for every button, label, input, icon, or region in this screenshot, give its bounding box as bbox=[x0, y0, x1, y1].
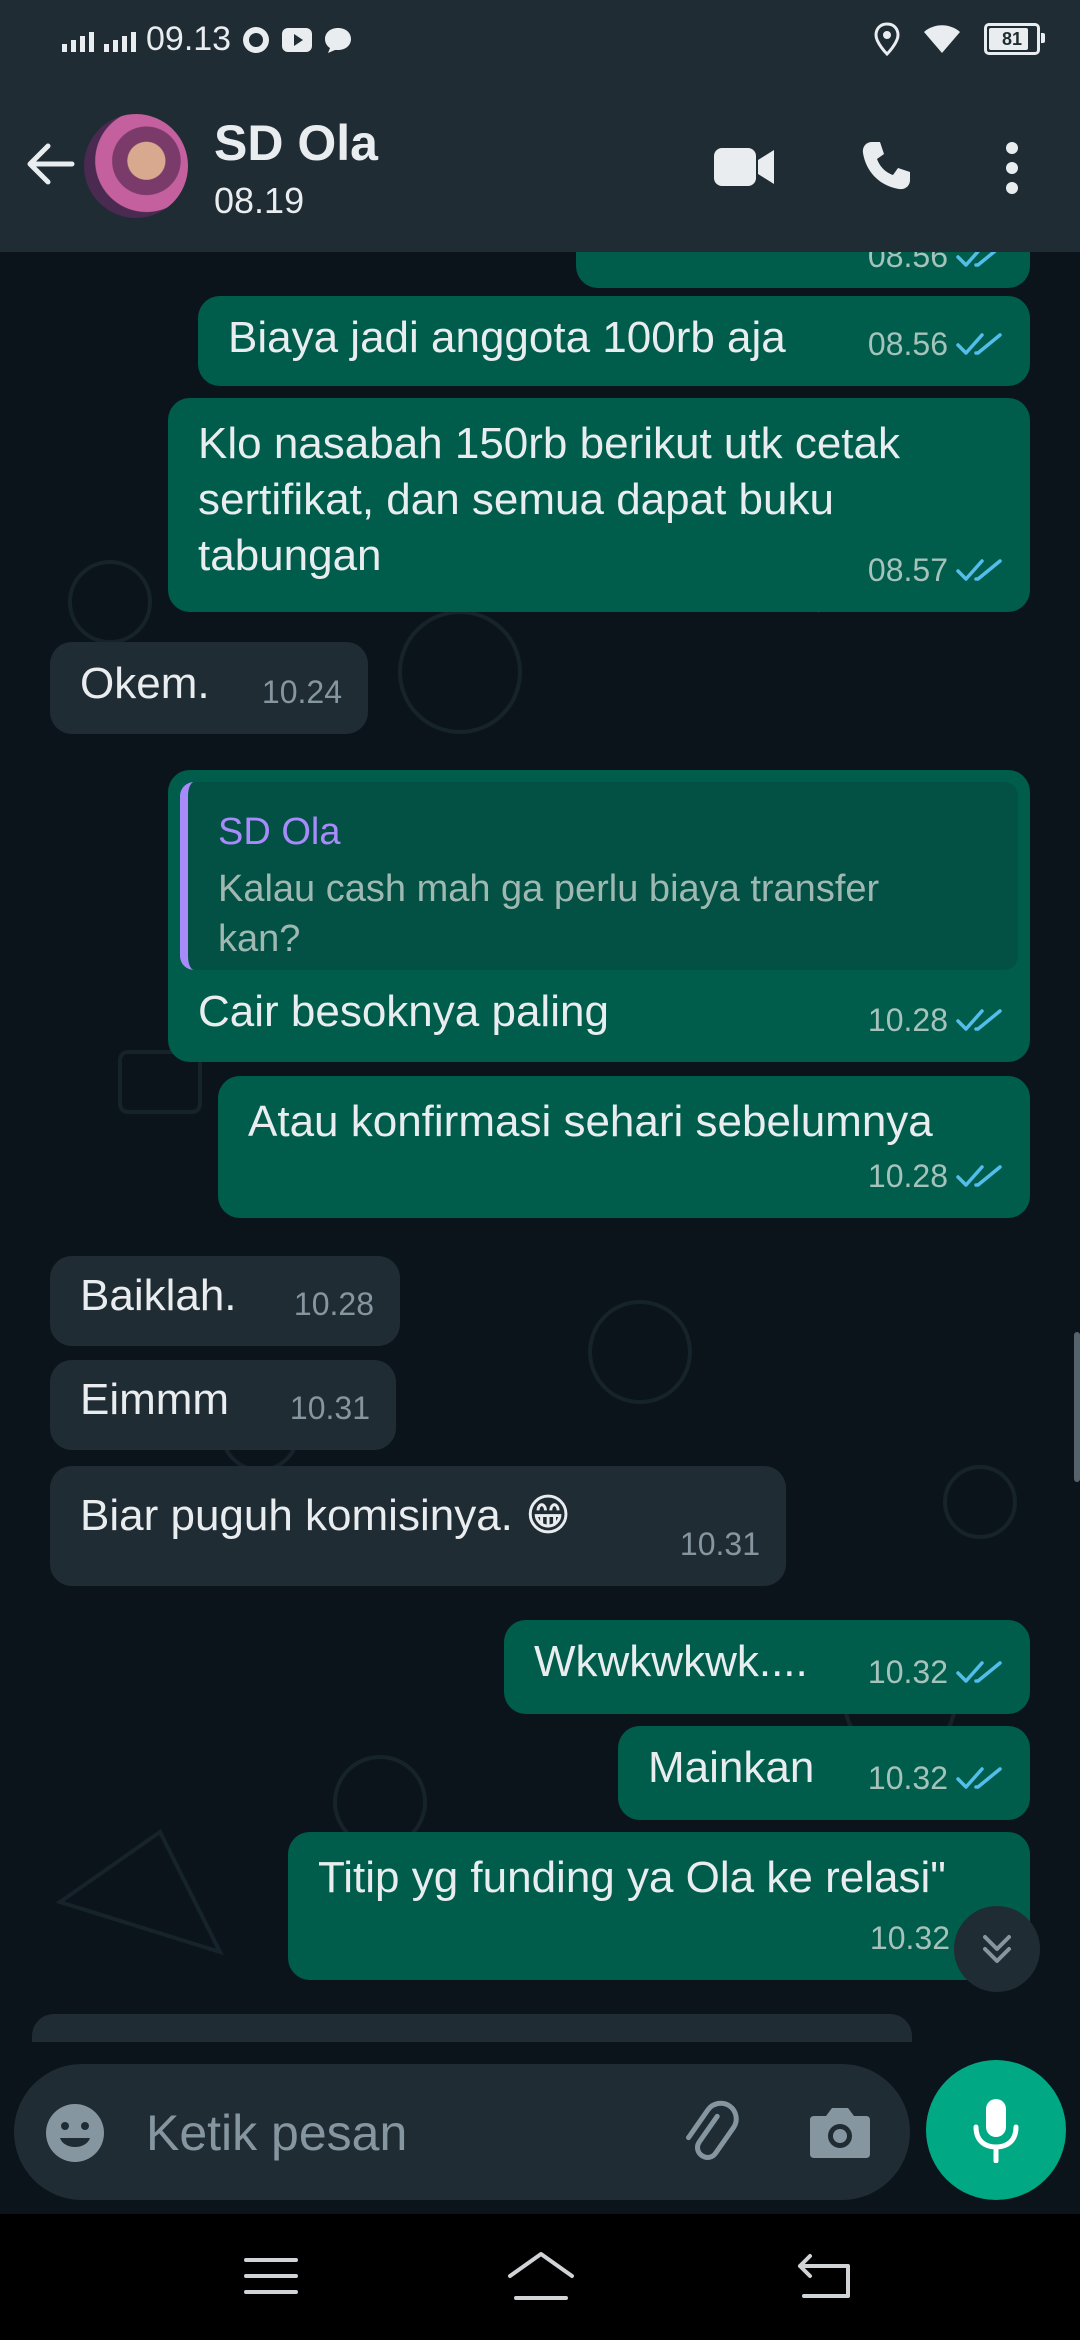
message-bubble-outgoing[interactable]: Atau konfirmasi sehari sebelumnya 10.28 bbox=[218, 1076, 1030, 1218]
message-bubble-incoming[interactable]: Siap.. Ini lg edit brosur sma no gw bbox=[32, 2014, 912, 2042]
message-bubble-incoming[interactable]: Biar puguh komisinya. 😁 10.31 bbox=[50, 1466, 786, 1586]
notification-app-icon bbox=[243, 26, 270, 53]
read-receipt-icon bbox=[956, 252, 997, 267]
message-time: 08.56 bbox=[867, 252, 948, 274]
message-input-bar[interactable]: Ketik pesan bbox=[14, 2064, 910, 2200]
back-nav-icon[interactable] bbox=[796, 2252, 852, 2300]
status-bar: 09.13 81 bbox=[0, 0, 1080, 84]
video-call-icon[interactable] bbox=[712, 144, 776, 190]
youtube-icon bbox=[282, 27, 313, 52]
read-receipt-icon bbox=[956, 559, 1002, 581]
message-time: 10.32 bbox=[867, 1760, 948, 1796]
message-text: Titip yg funding ya Ola ke relasi" bbox=[318, 1853, 946, 1902]
location-icon bbox=[874, 22, 900, 56]
message-meta: 10.32 bbox=[868, 1750, 1004, 1806]
message-text: Wkwkwkwk.... bbox=[534, 1637, 808, 1686]
quoted-author: SD Ola bbox=[218, 811, 341, 853]
read-receipt-icon bbox=[956, 333, 1002, 355]
read-receipt-icon bbox=[956, 1767, 1002, 1789]
message-bubble-incoming[interactable]: Baiklah. 10.28 bbox=[50, 1256, 400, 1346]
contact-name[interactable]: SD Ola bbox=[214, 114, 378, 172]
message-bubble-outgoing[interactable]: Titip yg funding ya Ola ke relasi" 10.32 bbox=[288, 1832, 1030, 1980]
message-meta: 10.32 bbox=[868, 1644, 1004, 1700]
message-bubble-outgoing[interactable]: Wkwkwkwk.... 10.32 bbox=[504, 1620, 1030, 1714]
status-time: 09.13 bbox=[146, 20, 232, 58]
last-seen: 08.19 bbox=[214, 180, 305, 221]
read-receipt-icon bbox=[956, 1165, 1002, 1187]
message-time: 10.31 bbox=[289, 1390, 370, 1426]
message-text: Klo nasabah 150rb berikut utk cetak sert… bbox=[198, 419, 901, 580]
message-meta: 10.24 bbox=[262, 664, 342, 720]
avatar[interactable] bbox=[84, 114, 188, 218]
camera-icon[interactable] bbox=[808, 2104, 872, 2160]
read-receipt-icon bbox=[956, 1009, 1002, 1031]
attach-icon[interactable] bbox=[676, 2100, 742, 2166]
message-bubble-outgoing[interactable]: Klo nasabah 150rb berikut utk cetak sert… bbox=[168, 398, 1030, 612]
signal-icon bbox=[62, 28, 94, 52]
message-text: Siap.. Ini lg edit brosur sma no gw bbox=[62, 2032, 725, 2042]
status-left: 09.13 bbox=[62, 20, 353, 59]
message-time: 10.28 bbox=[293, 1286, 374, 1322]
message-meta: 08.56 bbox=[868, 252, 1004, 284]
message-bubble-outgoing-reply[interactable]: SD Ola Kalau cash mah ga perlu biaya tra… bbox=[168, 770, 1030, 1062]
scrollbar[interactable] bbox=[1074, 1332, 1080, 1482]
message-meta: 08.57 bbox=[868, 542, 1004, 598]
message-time: 10.32 bbox=[869, 1920, 950, 1956]
mic-icon bbox=[973, 2099, 1019, 2163]
battery-icon: 81 bbox=[984, 23, 1045, 55]
message-bubble-outgoing[interactable]: 08.56 bbox=[576, 252, 1030, 288]
message-text: Cair besoknya paling bbox=[198, 987, 609, 1036]
message-text: Baiklah. bbox=[80, 1271, 237, 1320]
scroll-down-icon bbox=[983, 1935, 1011, 1963]
message-text: Atau konfirmasi sehari sebelumnya bbox=[248, 1097, 933, 1146]
message-meta: 10.28 bbox=[294, 1276, 374, 1332]
emoji-icon[interactable] bbox=[44, 2102, 106, 2164]
message-time: 08.57 bbox=[867, 552, 948, 588]
phone-icon[interactable] bbox=[858, 138, 914, 194]
message-bubble-outgoing[interactable]: Mainkan 10.32 bbox=[618, 1726, 1030, 1820]
message-bubble-outgoing[interactable]: Biaya jadi anggota 100rb aja 08.56 bbox=[198, 296, 1030, 386]
message-text: Biar puguh komisinya. 😁 bbox=[80, 1491, 571, 1540]
message-meta: 10.31 bbox=[290, 1380, 370, 1436]
menu-icon[interactable] bbox=[244, 2256, 298, 2296]
more-vert-icon[interactable] bbox=[1000, 140, 1024, 196]
message-meta: 10.28 bbox=[868, 1148, 1004, 1204]
message-bubble-incoming[interactable]: Eimmm 10.31 bbox=[50, 1360, 396, 1450]
message-meta: 10.28 bbox=[868, 992, 1004, 1048]
message-meta: 08.56 bbox=[868, 316, 1004, 372]
battery-level: 81 bbox=[1001, 28, 1023, 49]
message-text: Okem. bbox=[80, 659, 210, 708]
status-right: 81 bbox=[874, 22, 1045, 56]
wifi-icon bbox=[924, 25, 960, 53]
message-text: Mainkan bbox=[648, 1743, 815, 1792]
scroll-down-button[interactable] bbox=[954, 1906, 1040, 1992]
back-arrow-icon[interactable] bbox=[20, 134, 80, 194]
voice-message-button[interactable] bbox=[926, 2060, 1066, 2200]
message-text: Eimmm bbox=[80, 1375, 230, 1424]
message-text: Biaya jadi anggota 100rb aja bbox=[228, 313, 786, 362]
message-meta: 10.32 bbox=[870, 1910, 950, 1966]
system-nav-bar bbox=[0, 2214, 1080, 2340]
read-receipt-icon bbox=[956, 1661, 1002, 1683]
message-time: 10.31 bbox=[679, 1526, 760, 1562]
signal-2-icon bbox=[104, 28, 136, 52]
message-meta: 10.31 bbox=[680, 1516, 760, 1572]
chat-area[interactable]: 08.56 Biaya jadi anggota 100rb aja 08.56… bbox=[0, 252, 1080, 2042]
quoted-message[interactable]: SD Ola Kalau cash mah ga perlu biaya tra… bbox=[180, 782, 1018, 970]
message-input[interactable]: Ketik pesan bbox=[146, 2104, 407, 2162]
message-time: 10.28 bbox=[867, 1002, 948, 1038]
message-time: 10.28 bbox=[867, 1158, 948, 1194]
chat-notification-icon bbox=[325, 27, 352, 53]
home-icon[interactable] bbox=[506, 2250, 576, 2302]
message-time: 10.32 bbox=[867, 1654, 948, 1690]
quoted-text: Kalau cash mah ga perlu biaya transfer k… bbox=[218, 868, 880, 960]
message-bubble-incoming[interactable]: Okem. 10.24 bbox=[50, 642, 368, 734]
message-time: 10.24 bbox=[261, 674, 342, 710]
chat-header: SD Ola 08.19 bbox=[0, 84, 1080, 252]
message-time: 08.56 bbox=[867, 326, 948, 362]
